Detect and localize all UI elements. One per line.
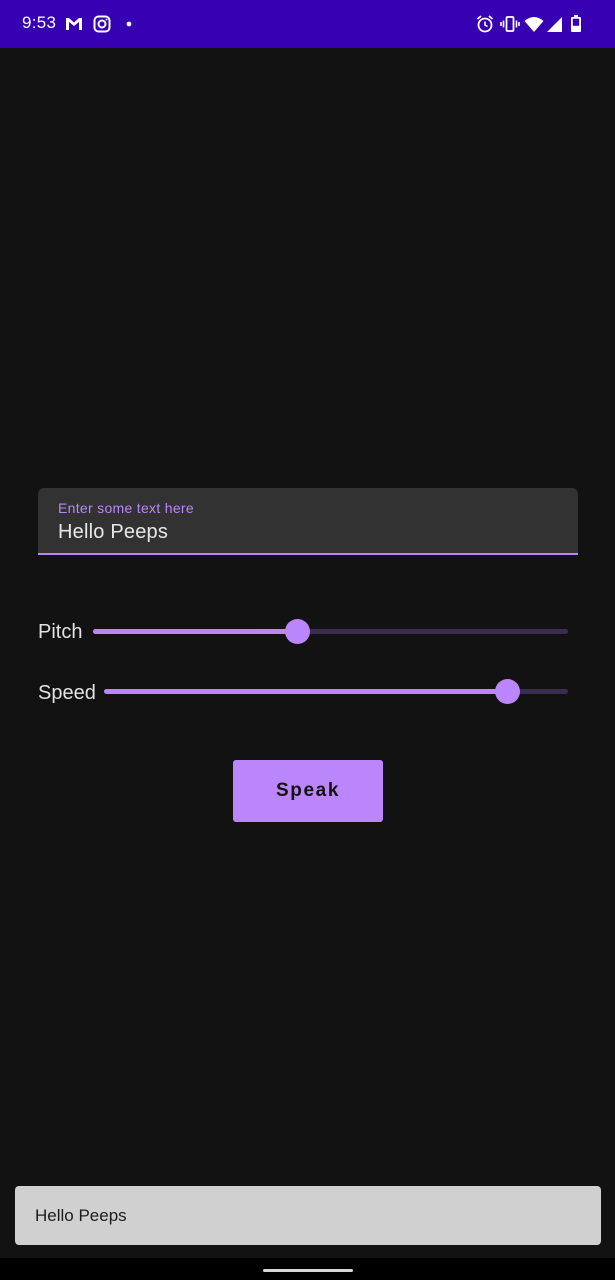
speed-slider-fill — [104, 689, 508, 694]
text-input-field[interactable]: Enter some text here Hello Peeps — [38, 488, 578, 555]
status-time: 9:53 — [22, 13, 57, 32]
speak-button[interactable]: Speak — [233, 760, 383, 822]
text-input-label: Enter some text here — [58, 500, 194, 516]
cell-signal-icon — [545, 14, 565, 34]
pitch-slider-thumb[interactable] — [284, 619, 310, 644]
pitch-slider[interactable] — [93, 619, 568, 644]
home-gesture-handle[interactable] — [263, 1269, 353, 1272]
toast-message: Hello Peeps — [15, 1186, 601, 1245]
alarm-icon — [475, 14, 495, 34]
battery-icon — [566, 14, 586, 34]
speed-label: Speed — [38, 682, 96, 704]
navigation-bar — [0, 1258, 615, 1280]
text-input-value[interactable]: Hello Peeps — [58, 521, 168, 544]
dot-icon — [119, 14, 139, 34]
app-screen: 9:53 Enter some text here Hello Peeps Pi… — [0, 0, 615, 1280]
instagram-icon — [92, 14, 112, 34]
pitch-label: Pitch — [38, 621, 83, 643]
wifi-icon — [524, 14, 544, 34]
gmail-icon — [64, 14, 84, 34]
speed-slider-thumb[interactable] — [495, 679, 521, 704]
speed-slider[interactable] — [104, 679, 568, 704]
vibrate-icon — [500, 14, 520, 34]
status-bar: 9:53 — [0, 0, 615, 48]
pitch-slider-fill — [93, 629, 298, 634]
toast-text: Hello Peeps — [35, 1206, 127, 1225]
